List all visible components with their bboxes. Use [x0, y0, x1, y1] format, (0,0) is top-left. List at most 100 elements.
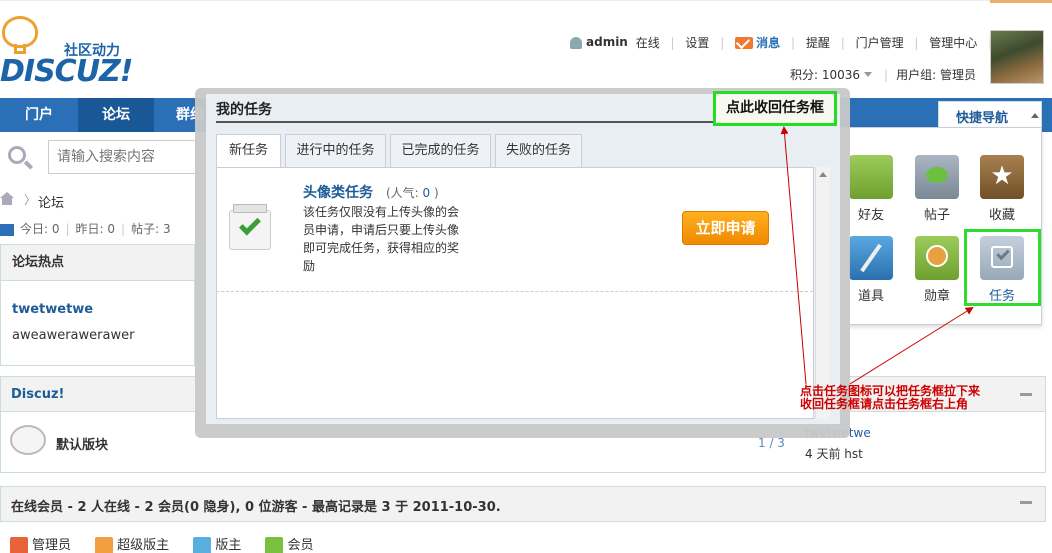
tab-in-progress[interactable]: 进行中的任务	[285, 134, 386, 167]
quick-nav-item-label: 收藏	[988, 208, 1015, 223]
last-post-time: 4 天前 hst	[805, 447, 863, 461]
legend-label: 超级版主	[117, 538, 170, 553]
task-divider	[216, 291, 813, 292]
divider: |	[670, 35, 675, 50]
stat-today: 今日: 0	[20, 222, 60, 236]
admin-center-link[interactable]: 管理中心	[929, 34, 977, 51]
task-popularity: (人气: 0 )	[386, 184, 439, 201]
task-name[interactable]: 头像类任务	[303, 182, 373, 202]
annotation-text: 点击任务图标可以把任务框拉下来 收回任务框请点击任务框右上角	[800, 385, 990, 411]
top-border	[0, 0, 1052, 4]
category-name[interactable]: Discuz!	[11, 387, 64, 402]
quick-nav-favorites[interactable]: ★ 收藏	[972, 155, 1032, 229]
legend-item: 超级版主	[95, 534, 169, 553]
super-moderator-icon	[95, 536, 114, 553]
task-list-scrollbar[interactable]	[815, 167, 830, 419]
settings-link[interactable]: 设置	[685, 34, 709, 51]
user-icon	[570, 36, 582, 49]
task-description: 该任务仅限没有上传头像的会员申请，申请后只要上传头像即可完成任务，获得相应的奖励	[303, 205, 460, 273]
star-icon: ★	[980, 155, 1024, 199]
quick-nav-label[interactable]: 快捷导航	[956, 107, 1008, 126]
chevron-down-icon[interactable]	[864, 72, 873, 77]
online-status: 在线	[635, 36, 660, 50]
tab-completed[interactable]: 已完成的任务	[390, 134, 491, 167]
divider: |	[790, 35, 796, 50]
board-name[interactable]: 默认版块	[56, 434, 108, 453]
nav-forum[interactable]: 论坛	[78, 98, 154, 132]
annotation-line: 收回任务框请点击任务框右上角	[800, 397, 969, 411]
tab-new-tasks[interactable]: 新任务	[216, 134, 281, 168]
logo-brand: DISCUZ!	[0, 54, 133, 89]
divider: |	[121, 222, 126, 236]
messages-link[interactable]: 消息	[756, 34, 780, 51]
divider: |	[840, 35, 845, 50]
search-input[interactable]	[48, 140, 198, 174]
task-modal-divider	[216, 121, 713, 123]
stats-icon	[0, 223, 14, 236]
magic-wand-icon	[849, 236, 893, 280]
collapse-icon[interactable]	[1020, 393, 1032, 396]
friends-icon	[849, 155, 893, 199]
quick-nav-friends[interactable]: 好友	[841, 155, 901, 229]
legend-item: 版主	[193, 534, 241, 553]
stat-yesterday: 昨日: 0	[75, 222, 116, 236]
quick-nav-item-label: 道具	[857, 289, 884, 304]
task-modal-collapse-button[interactable]: 点此收回任务框	[713, 91, 837, 126]
nav-portal[interactable]: 门户	[0, 98, 78, 132]
credits-bar: 积分: 10036 | 用户组: 管理员	[790, 66, 976, 83]
user-nav: admin 在线 | 设置 | 消息 | 提醒 | 门户管理 | 管理中心 | …	[570, 34, 1027, 52]
reminders-link[interactable]: 提醒	[806, 34, 830, 51]
scroll-up-icon[interactable]	[819, 172, 827, 177]
quick-nav-tools[interactable]: 道具	[841, 236, 901, 310]
breadcrumb-forum[interactable]: 论坛	[38, 192, 64, 211]
task-highlight-box	[964, 229, 1041, 306]
forum-stats: 今日: 0 | 昨日: 0 | 帖子: 3	[0, 220, 171, 237]
portal-admin-link[interactable]: 门户管理	[856, 34, 904, 51]
chevron-up-icon[interactable]	[1031, 113, 1039, 118]
search-icon[interactable]	[8, 146, 34, 170]
legend-item: 管理员	[10, 534, 71, 553]
home-icon[interactable]	[0, 192, 14, 206]
quick-nav-medals[interactable]: 勋章	[907, 236, 967, 310]
breadcrumb-separator: 〉	[24, 193, 37, 207]
top-accent-bar	[990, 0, 1052, 3]
posts-icon	[915, 155, 959, 199]
board-count: 1 / 3	[758, 436, 785, 450]
divider: |	[65, 222, 70, 236]
online-summary: 在线会员 - 2 人在线 - 2 会员(0 隐身), 0 位游客 - 最高记录是…	[11, 500, 501, 515]
quick-nav-item-label: 帖子	[923, 208, 950, 223]
quick-nav-posts[interactable]: 帖子	[907, 155, 967, 229]
avatar[interactable]	[990, 30, 1044, 84]
admin-icon	[10, 536, 28, 553]
member-icon	[265, 536, 284, 553]
medal-icon	[915, 236, 959, 280]
divider: |	[720, 35, 725, 50]
legend-item: 会员	[265, 534, 313, 553]
hot-topics-header: 论坛热点	[1, 245, 194, 281]
usergroup-link[interactable]: 用户组: 管理员	[896, 68, 976, 82]
divider: |	[884, 68, 889, 82]
collapse-icon[interactable]	[1020, 501, 1032, 504]
moderator-icon	[193, 536, 212, 553]
credits-link[interactable]: 积分: 10036	[790, 68, 860, 82]
legend-label: 版主	[215, 538, 242, 553]
quick-nav-item-label: 好友	[857, 208, 884, 223]
mail-icon	[735, 36, 754, 49]
task-modal-title: 我的任务	[216, 102, 272, 118]
username-link[interactable]: admin	[586, 35, 628, 49]
stat-posts: 帖子: 3	[131, 222, 171, 236]
tab-failed[interactable]: 失败的任务	[495, 134, 582, 167]
quick-nav-item-label: 勋章	[923, 289, 950, 304]
legend-label: 会员	[287, 538, 314, 553]
popularity-end: )	[430, 186, 439, 200]
checklist-icon	[225, 204, 275, 254]
popularity-label: (人气:	[386, 186, 423, 200]
hot-topic-title[interactable]: twetwetwe	[12, 302, 93, 317]
legend-label: 管理员	[32, 538, 72, 553]
board-bubble-icon	[10, 425, 46, 455]
member-legend: 管理员 超级版主 版主 会员	[10, 534, 333, 553]
divider: |	[914, 35, 919, 50]
hot-topic-summary: aweawerawerawer	[12, 328, 135, 343]
site-logo[interactable]: 社区动力 DISCUZ!	[0, 14, 150, 94]
apply-task-button[interactable]: 立即申请	[682, 211, 769, 245]
